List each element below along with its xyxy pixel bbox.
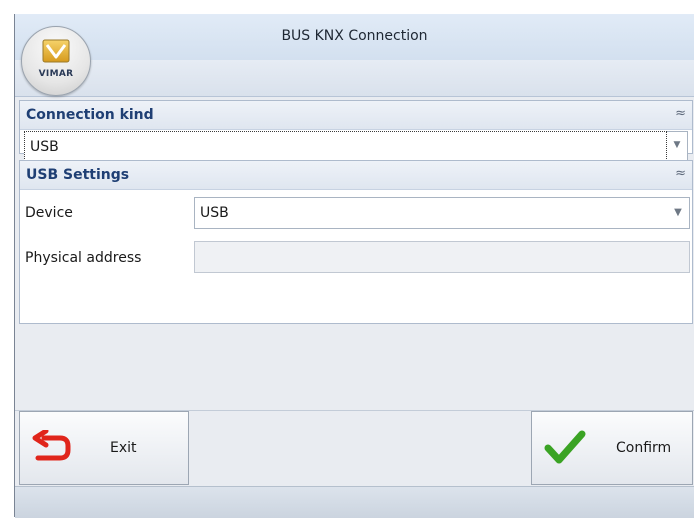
device-value: USB [200, 205, 229, 221]
title-bar: BUS KNX Connection [15, 14, 694, 60]
usb-settings-title: USB Settings [26, 167, 130, 183]
dialog-window: BUS KNX Connection VIMAR Connection kind… [14, 14, 694, 518]
physical-address-label: Physical address [25, 250, 142, 266]
double-chevron-up-icon[interactable]: ≈ [675, 166, 686, 181]
confirm-button[interactable]: Confirm [531, 411, 693, 485]
connection-kind-header[interactable]: Connection kind ≈ [20, 101, 692, 130]
physical-address-field [194, 241, 690, 273]
ribbon-strip [15, 60, 694, 97]
connection-kind-dropdown[interactable]: ▼ [667, 131, 688, 161]
usb-settings-panel: USB Settings ≈ Device USB ▼ Physical add… [19, 160, 693, 324]
device-select[interactable]: USB ▼ [194, 197, 690, 229]
confirm-label: Confirm [616, 440, 672, 456]
double-chevron-up-icon[interactable]: ≈ [675, 106, 686, 121]
app-menu-button[interactable]: VIMAR [21, 26, 91, 96]
device-label: Device [25, 205, 73, 221]
exit-button[interactable]: Exit [19, 411, 189, 485]
connection-kind-panel: Connection kind ≈ USB ▼ [19, 100, 693, 161]
connection-kind-select[interactable]: USB [24, 131, 667, 161]
status-bar [15, 486, 694, 518]
vimar-logo-icon [42, 39, 70, 63]
chevron-down-icon: ▼ [674, 207, 682, 218]
chevron-down-icon: ▼ [673, 140, 681, 150]
usb-settings-header[interactable]: USB Settings ≈ [20, 161, 692, 190]
checkmark-icon [544, 430, 586, 464]
brand-text: VIMAR [38, 69, 74, 79]
exit-label: Exit [110, 440, 137, 456]
connection-kind-value: USB [30, 139, 59, 155]
window-title: BUS KNX Connection [281, 28, 428, 44]
undo-arrow-icon [32, 430, 71, 461]
button-bar: Exit Confirm [15, 410, 694, 487]
connection-kind-title: Connection kind [26, 107, 154, 123]
